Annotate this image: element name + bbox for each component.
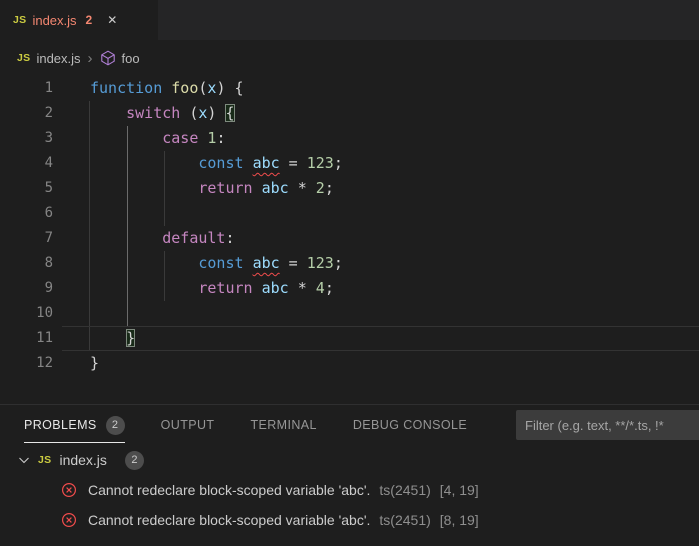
problems-filter-input[interactable] — [516, 410, 699, 440]
code-line[interactable]: 6 — [0, 201, 699, 226]
code-line[interactable]: 1 function foo(x) { — [0, 76, 699, 101]
panel-tab-label: PROBLEMS — [24, 418, 97, 432]
code-line[interactable]: 9 return abc * 4; — [0, 276, 699, 301]
line-number[interactable]: 11 — [0, 326, 53, 351]
line-number[interactable]: 1 — [0, 76, 53, 101]
indent-guide — [164, 151, 165, 226]
code-line[interactable]: 2 switch (x) { — [0, 101, 699, 126]
line-number[interactable]: 5 — [0, 176, 53, 201]
line-number[interactable]: 7 — [0, 226, 53, 251]
chevron-down-icon[interactable] — [16, 452, 32, 468]
code-line[interactable]: 4 const abc = 123; — [0, 151, 699, 176]
panel-header: PROBLEMS 2 OUTPUT TERMINAL DEBUG CONSOLE — [0, 405, 699, 445]
code-editor[interactable]: 1function foo(x) {2 switch (x) {3 case 1… — [0, 76, 699, 404]
breadcrumb: JS index.js › foo — [0, 40, 699, 76]
code-text: default: — [90, 226, 235, 251]
problems-tree: JS index.js 2 Cannot redeclare block-sco… — [0, 445, 699, 535]
panel-tab-label: DEBUG CONSOLE — [353, 418, 467, 432]
problems-file-name: index.js — [59, 452, 106, 468]
code-line[interactable]: 7 default: — [0, 226, 699, 251]
problem-source: ts(2451) — [379, 482, 430, 498]
current-line-highlight — [62, 326, 699, 351]
panel-tab-label: OUTPUT — [161, 418, 215, 432]
line-number[interactable]: 9 — [0, 276, 53, 301]
code-text: case 1: — [90, 126, 225, 151]
code-line[interactable]: 5 return abc * 2; — [0, 176, 699, 201]
line-number[interactable]: 8 — [0, 251, 53, 276]
line-number[interactable]: 4 — [0, 151, 53, 176]
code-text: } — [90, 351, 99, 376]
bottom-panel: PROBLEMS 2 OUTPUT TERMINAL DEBUG CONSOLE JS … — [0, 404, 699, 546]
problem-location: [4, 19] — [440, 482, 479, 498]
tab-problem-count: 2 — [86, 13, 93, 27]
panel-tab-debug-console[interactable]: DEBUG CONSOLE — [353, 418, 467, 432]
breadcrumb-symbol[interactable]: foo — [122, 51, 140, 66]
breadcrumb-file[interactable]: index.js — [36, 51, 80, 66]
indent-guide — [89, 101, 90, 351]
panel-tab-problems[interactable]: PROBLEMS 2 — [24, 416, 125, 435]
error-circle-icon — [61, 512, 77, 528]
code-text: function foo(x) { — [90, 76, 244, 101]
problem-row[interactable]: Cannot redeclare block-scoped variable '… — [0, 505, 699, 535]
cube-icon — [100, 50, 116, 66]
problem-row[interactable]: Cannot redeclare block-scoped variable '… — [0, 475, 699, 505]
indent-guide — [164, 251, 165, 301]
tab-filename: index.js — [32, 13, 76, 28]
js-file-icon: JS — [17, 52, 30, 64]
problem-message: Cannot redeclare block-scoped variable '… — [88, 482, 370, 498]
close-icon[interactable]: ✕ — [107, 13, 117, 27]
problem-message: Cannot redeclare block-scoped variable '… — [88, 512, 370, 528]
error-circle-icon — [61, 482, 77, 498]
code-line[interactable]: 12} — [0, 351, 699, 376]
editor-tab-indexjs[interactable]: JS index.js 2 ✕ — [0, 0, 158, 40]
chevron-right-icon: › — [88, 50, 93, 67]
panel-tab-terminal[interactable]: TERMINAL — [250, 418, 316, 432]
line-number[interactable]: 2 — [0, 101, 53, 126]
code-line[interactable]: 10 — [0, 301, 699, 326]
line-number[interactable]: 12 — [0, 351, 53, 376]
panel-tab-badge: 2 — [106, 416, 125, 435]
js-file-icon: JS — [13, 14, 26, 26]
tab-bar: JS index.js 2 ✕ — [0, 0, 699, 40]
problems-file-group[interactable]: JS index.js 2 — [0, 445, 699, 475]
problem-items: Cannot redeclare block-scoped variable '… — [0, 475, 699, 535]
code-line[interactable]: 8 const abc = 123; — [0, 251, 699, 276]
code-text: switch (x) { — [90, 101, 235, 126]
code-line[interactable]: 3 case 1: — [0, 126, 699, 151]
panel-tab-output[interactable]: OUTPUT — [161, 418, 215, 432]
line-number[interactable]: 3 — [0, 126, 53, 151]
panel-tabs: PROBLEMS 2 OUTPUT TERMINAL DEBUG CONSOLE — [24, 416, 467, 435]
problems-file-count-badge: 2 — [125, 451, 144, 470]
line-number[interactable]: 6 — [0, 201, 53, 226]
problem-source: ts(2451) — [379, 512, 430, 528]
problem-location: [8, 19] — [440, 512, 479, 528]
line-number[interactable]: 10 — [0, 301, 53, 326]
panel-tab-label: TERMINAL — [250, 418, 316, 432]
js-file-icon: JS — [38, 454, 51, 466]
indent-guide-active — [127, 126, 128, 326]
